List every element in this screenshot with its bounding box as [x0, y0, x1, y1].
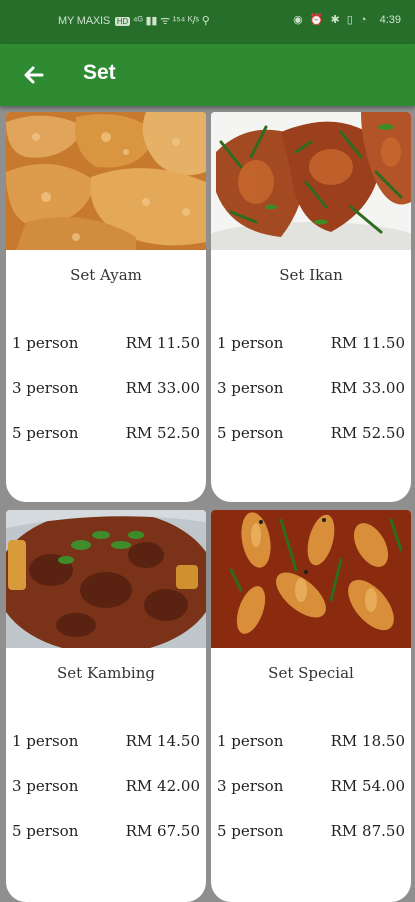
fried-fish-image: [211, 112, 411, 250]
price-value: RM 11.50: [125, 334, 200, 352]
serving-label: 1 person: [12, 334, 79, 352]
set-name: Set Ikan: [279, 266, 343, 284]
set-card-ikan[interactable]: Set Ikan 1 person RM 11.50 3 person RM 3…: [211, 112, 411, 502]
status-bar: MY MAXIS HD ⁴ᴳ ▮▮ ᯤ ¹⁵⁴ ᴷ/ˢ ⚲ ◉ ⏰ ✱ ▯ ◔ …: [0, 0, 415, 44]
serving-label: 5 person: [217, 822, 284, 840]
price-value: RM 33.00: [330, 379, 405, 397]
serving-label: 5 person: [12, 424, 79, 442]
status-system-group: ◉ ⏰ ✱ ▯ ◔ 4:39: [293, 13, 401, 26]
app-bar: Set: [0, 44, 415, 106]
set-name: Set Special: [268, 664, 354, 682]
serving-label: 3 person: [12, 379, 79, 397]
price-value: RM 18.50: [330, 732, 405, 750]
price-row: 1 person RM 18.50: [217, 732, 405, 750]
price-value: RM 52.50: [125, 424, 200, 442]
carrier-label: MY MAXIS: [58, 15, 110, 27]
system-icons: ◉ ⏰ ✱ ▯ ◔: [293, 14, 369, 26]
back-arrow-icon: [24, 66, 44, 84]
price-row: 1 person RM 11.50: [217, 334, 405, 352]
price-row: 5 person RM 52.50: [12, 424, 200, 442]
serving-label: 3 person: [217, 777, 284, 795]
price-value: RM 14.50: [125, 732, 200, 750]
back-button[interactable]: [18, 59, 50, 91]
mutton-curry-image: [6, 510, 206, 648]
price-value: RM 67.50: [125, 822, 200, 840]
serving-label: 1 person: [217, 732, 284, 750]
price-row: 1 person RM 11.50: [12, 334, 200, 352]
serving-label: 3 person: [217, 379, 284, 397]
price-row: 3 person RM 42.00: [12, 777, 200, 795]
serving-label: 3 person: [12, 777, 79, 795]
price-row: 3 person RM 33.00: [12, 379, 200, 397]
serving-label: 5 person: [12, 822, 79, 840]
price-value: RM 11.50: [330, 334, 405, 352]
price-row: 3 person RM 54.00: [217, 777, 405, 795]
price-value: RM 52.50: [330, 424, 405, 442]
serving-label: 1 person: [12, 732, 79, 750]
price-value: RM 54.00: [330, 777, 405, 795]
serving-label: 1 person: [217, 334, 284, 352]
status-carrier-group: MY MAXIS HD ⁴ᴳ ▮▮ ᯤ ¹⁵⁴ ᴷ/ˢ ⚲: [58, 13, 210, 28]
set-name: Set Kambing: [57, 664, 155, 682]
network-tag: HD: [114, 17, 131, 26]
price-row: 1 person RM 14.50: [12, 732, 200, 750]
price-row: 5 person RM 67.50: [12, 822, 200, 840]
price-value: RM 87.50: [330, 822, 405, 840]
price-row: 3 person RM 33.00: [217, 379, 405, 397]
signal-indicators: ⁴ᴳ ▮▮ ᯤ ¹⁵⁴ ᴷ/ˢ ⚲: [132, 15, 210, 27]
fried-chicken-image: [6, 112, 206, 250]
price-value: RM 42.00: [125, 777, 200, 795]
set-menu-grid: Set Ayam 1 person RM 11.50 3 person RM 3…: [0, 106, 415, 902]
price-row: 5 person RM 87.50: [217, 822, 405, 840]
price-value: RM 33.00: [125, 379, 200, 397]
price-row: 5 person RM 52.50: [217, 424, 405, 442]
set-card-special[interactable]: Set Special 1 person RM 18.50 3 person R…: [211, 510, 411, 902]
set-card-kambing[interactable]: Set Kambing 1 person RM 14.50 3 person R…: [6, 510, 206, 902]
set-name: Set Ayam: [70, 266, 142, 284]
serving-label: 5 person: [217, 424, 284, 442]
page-title: Set: [83, 61, 116, 84]
set-card-ayam[interactable]: Set Ayam 1 person RM 11.50 3 person RM 3…: [6, 112, 206, 502]
status-time: 4:39: [379, 14, 401, 26]
squid-dish-image: [211, 510, 411, 648]
